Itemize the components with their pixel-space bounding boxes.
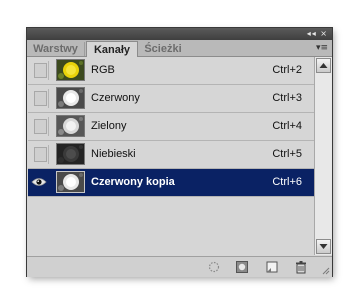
channel-list: RGB Ctrl+2 Czerwony Ctrl+3 Zielony Ctrl+… xyxy=(28,57,314,255)
channels-panel: ◂◂ × Warstwy Kanały Ścieżki ▾≡ RGB Ctrl+… xyxy=(27,28,332,277)
channel-thumbnail-rgb xyxy=(56,59,85,81)
panel-titlebar[interactable]: ◂◂ × xyxy=(27,28,332,40)
channel-shortcut: Ctrl+3 xyxy=(272,92,302,104)
channel-row-czerwony[interactable]: Czerwony Ctrl+3 xyxy=(28,85,314,113)
eye-icon xyxy=(31,178,47,186)
scroll-up-button[interactable] xyxy=(316,58,331,73)
channel-name: RGB xyxy=(91,64,115,76)
visibility-toggle[interactable] xyxy=(31,61,49,80)
visibility-toggle[interactable] xyxy=(31,117,49,136)
channel-name: Czerwony xyxy=(91,92,140,104)
channel-name: Czerwony kopia xyxy=(91,176,175,188)
vertical-scrollbar[interactable] xyxy=(314,57,332,255)
new-channel-icon[interactable] xyxy=(265,260,279,274)
channel-thumbnail-niebieski xyxy=(56,143,85,165)
arrow-down-icon xyxy=(319,244,328,249)
tab-bar: Warstwy Kanały Ścieżki ▾≡ xyxy=(27,40,332,58)
channel-row-zielony[interactable]: Zielony Ctrl+4 xyxy=(28,113,314,141)
delete-channel-icon[interactable] xyxy=(294,260,308,274)
load-selection-icon[interactable] xyxy=(207,260,221,274)
tab-kanaly[interactable]: Kanały xyxy=(86,41,138,58)
channel-thumbnail-czerwony-kopia xyxy=(56,171,85,193)
scroll-down-button[interactable] xyxy=(316,239,331,254)
channel-shortcut: Ctrl+2 xyxy=(272,64,302,76)
channel-row-niebieski[interactable]: Niebieski Ctrl+5 xyxy=(28,141,314,169)
channel-shortcut: Ctrl+4 xyxy=(272,120,302,132)
channel-row-rgb[interactable]: RGB Ctrl+2 xyxy=(28,57,314,85)
panel-menu-icon[interactable]: ▾≡ xyxy=(316,42,328,54)
resize-grip-icon[interactable] xyxy=(322,267,330,275)
channel-row-czerwony-kopia[interactable]: Czerwony kopia Ctrl+6 xyxy=(28,169,314,197)
channel-name: Niebieski xyxy=(91,148,136,160)
channel-thumbnail-czerwony xyxy=(56,87,85,109)
channel-shortcut: Ctrl+5 xyxy=(272,148,302,160)
channel-thumbnail-zielony xyxy=(56,115,85,137)
visibility-toggle[interactable] xyxy=(31,145,49,164)
channel-name: Zielony xyxy=(91,120,127,132)
channel-shortcut: Ctrl+6 xyxy=(272,176,302,188)
titlebar-controls[interactable]: ◂◂ × xyxy=(307,28,328,40)
tab-sciezki[interactable]: Ścieżki xyxy=(138,42,188,56)
arrow-up-icon xyxy=(319,63,328,68)
panel-footer xyxy=(27,256,332,277)
visibility-toggle[interactable] xyxy=(31,89,49,108)
visibility-toggle[interactable] xyxy=(31,173,49,192)
save-selection-icon[interactable] xyxy=(235,260,249,274)
tab-warstwy[interactable]: Warstwy xyxy=(27,42,85,56)
